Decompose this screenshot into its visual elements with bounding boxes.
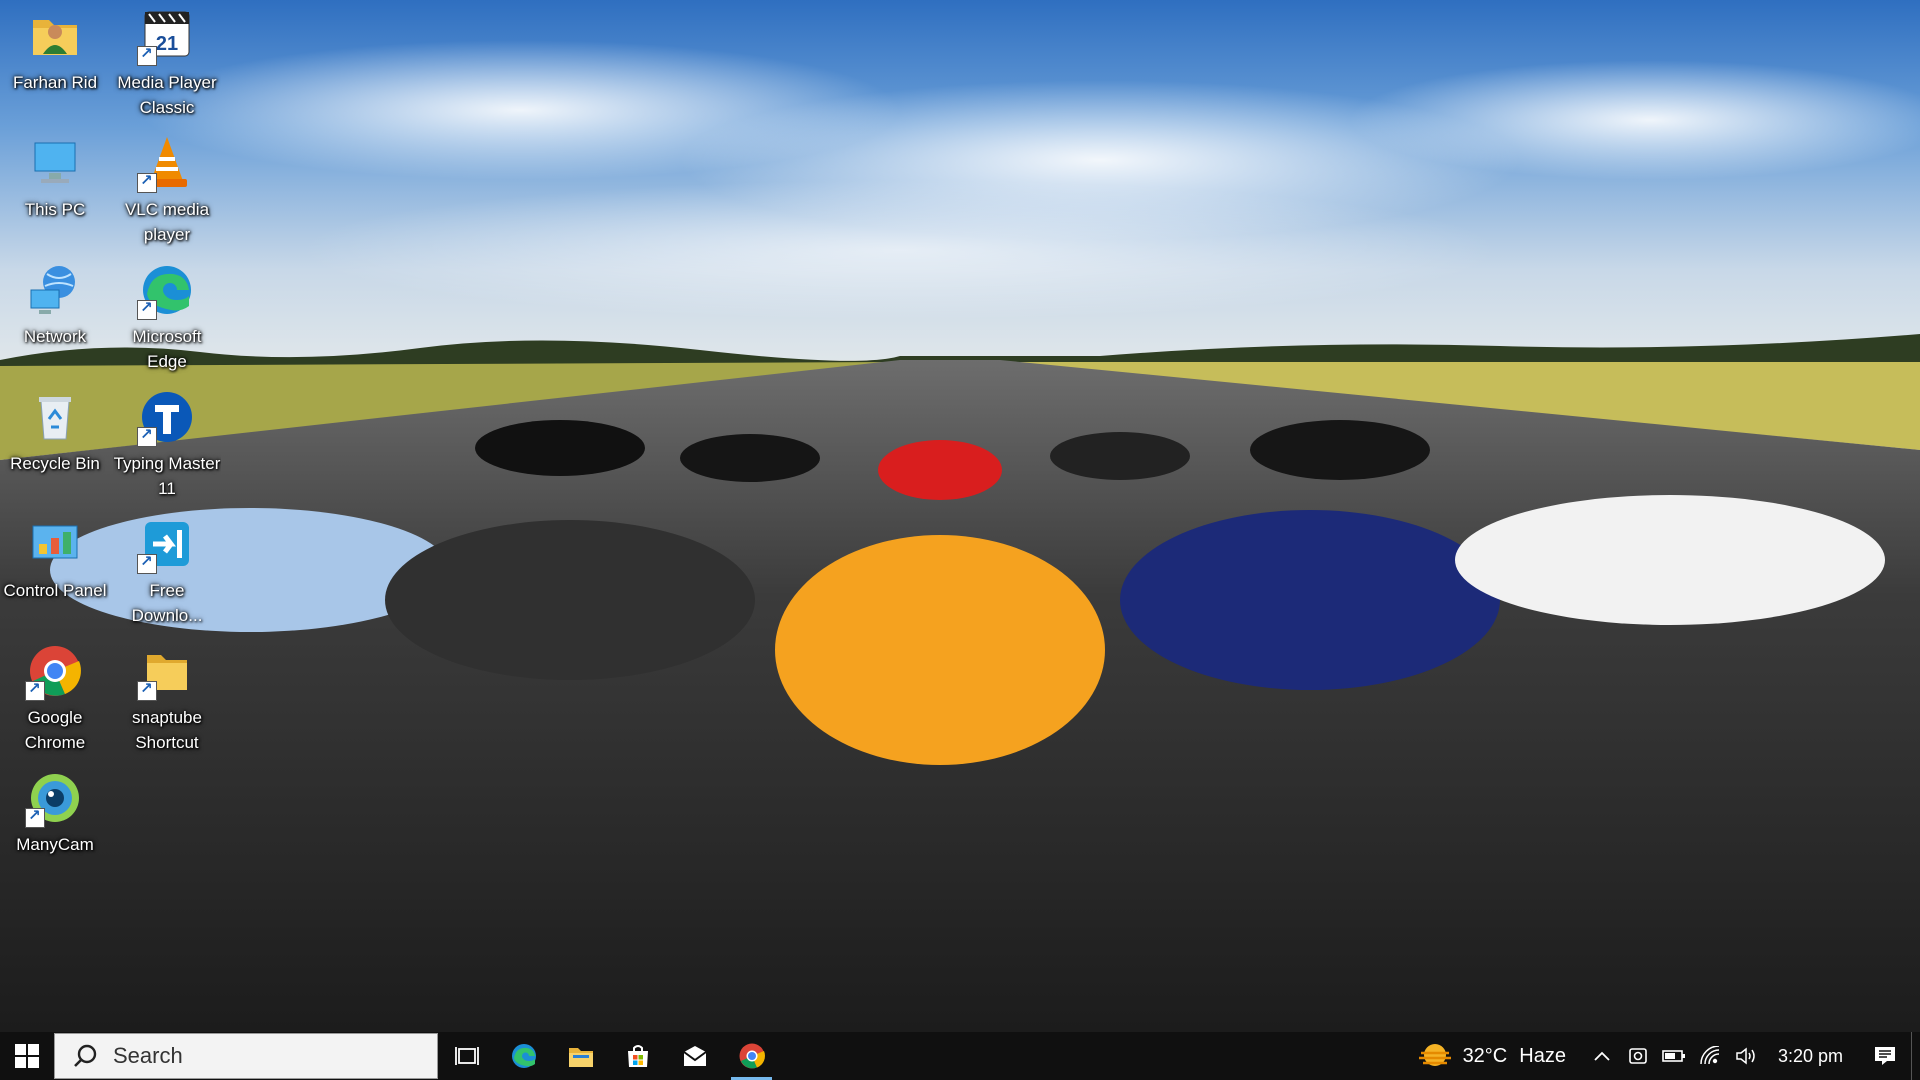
taskbar-mail[interactable]	[666, 1032, 723, 1080]
shortcut-arrow-icon	[137, 44, 157, 66]
notification-icon	[1875, 1047, 1895, 1065]
taskbar: 32°C Haze 3:20 pm	[0, 1032, 1920, 1080]
weather-temperature: 32°C	[1462, 1044, 1508, 1067]
taskbar-chrome[interactable]	[723, 1032, 780, 1080]
folder-shortcut-icon	[137, 641, 197, 701]
desktop-icon-label: This PC	[24, 200, 86, 219]
desktop-icon-vlc[interactable]: VLC media player	[112, 127, 222, 251]
mail-icon	[682, 1046, 707, 1066]
desktop-icon-snaptube[interactable]: snaptube Shortcut	[112, 635, 222, 759]
desktop-icon-label: VLC media player	[124, 200, 210, 244]
desktop-icon-control-panel[interactable]: Control Panel	[0, 508, 110, 632]
system-tray: 32°C Haze 3:20 pm	[1417, 1032, 1920, 1080]
desktop-icon-label: Google Chrome	[24, 708, 86, 752]
haze-sun-icon	[1418, 1044, 1451, 1066]
taskbar-store[interactable]	[609, 1032, 666, 1080]
store-icon	[627, 1045, 648, 1067]
tray-network[interactable]	[1692, 1032, 1728, 1080]
camera-icon	[1629, 1048, 1647, 1064]
desktop-icon-label: Typing Master 11	[113, 454, 221, 498]
tray-battery[interactable]	[1656, 1032, 1692, 1080]
desktop-icon-typing-master[interactable]: Typing Master 11	[112, 381, 222, 505]
shortcut-arrow-icon	[137, 552, 157, 574]
battery-icon	[1662, 1050, 1685, 1062]
search-icon	[65, 1043, 105, 1069]
shortcut-arrow-icon	[137, 425, 157, 447]
show-desktop-button[interactable]	[1911, 1032, 1920, 1080]
desktop-icon-free-download-manager[interactable]: Free Downlo...	[112, 508, 222, 632]
vlc-icon	[137, 133, 197, 193]
media-player-classic-icon: 21	[137, 6, 197, 66]
shortcut-arrow-icon	[137, 171, 157, 193]
desktop-icon-label: ManyCam	[16, 835, 94, 854]
desktop-icon-chrome[interactable]: Google Chrome	[0, 635, 110, 759]
typing-master-icon	[137, 387, 197, 447]
search-input[interactable]	[111, 1042, 415, 1070]
desktop-icon-label: Microsoft Edge	[132, 327, 202, 371]
shortcut-arrow-icon	[137, 298, 157, 320]
desktop-icon-network[interactable]: Network	[0, 254, 110, 378]
control-panel-icon	[25, 514, 85, 574]
desktop-icon-grid: Farhan Rid 21 Media Player Classic This …	[0, 0, 240, 1032]
desktop-icon-label: Control Panel	[3, 581, 107, 600]
task-view-icon	[454, 1047, 479, 1065]
network-icon	[25, 260, 85, 320]
windows-logo-icon	[15, 1044, 39, 1068]
this-pc-icon	[25, 133, 85, 193]
weather-condition: Haze	[1519, 1044, 1566, 1067]
desktop-icon-label: snaptube Shortcut	[132, 708, 202, 752]
wifi-icon	[1700, 1046, 1720, 1065]
shortcut-arrow-icon	[25, 806, 45, 828]
desktop-icon-manycam[interactable]: ManyCam	[0, 762, 110, 886]
shortcut-arrow-icon	[137, 679, 157, 701]
chrome-icon	[739, 1043, 765, 1069]
taskbar-edge[interactable]	[495, 1032, 552, 1080]
recycle-bin-icon	[25, 387, 85, 447]
user-folder-icon	[25, 6, 85, 66]
shortcut-arrow-icon	[25, 679, 45, 701]
chevron-up-icon	[1594, 1051, 1610, 1061]
desktop-icon-label: Farhan Rid	[12, 73, 98, 92]
desktop-icon-this-pc[interactable]: This PC	[0, 127, 110, 251]
svg-text:21: 21	[156, 33, 178, 55]
desktop-icon-label: Media Player Classic	[117, 73, 217, 117]
desktop-icon-label: Free Downlo...	[131, 581, 203, 625]
taskbar-file-explorer[interactable]	[552, 1032, 609, 1080]
desktop-icon-recycle-bin[interactable]: Recycle Bin	[0, 381, 110, 505]
taskbar-clock[interactable]: 3:20 pm	[1778, 1046, 1843, 1067]
desktop-icon-edge[interactable]: Microsoft Edge	[112, 254, 222, 378]
taskbar-search-box[interactable]	[54, 1033, 438, 1079]
weather-widget[interactable]: 32°C Haze	[1417, 1041, 1566, 1071]
manycam-icon	[25, 768, 85, 828]
edge-icon	[511, 1044, 536, 1068]
tray-camera[interactable]	[1620, 1032, 1656, 1080]
tray-volume[interactable]	[1728, 1032, 1764, 1080]
show-hidden-icons-button[interactable]	[1584, 1032, 1620, 1080]
edge-icon	[137, 260, 197, 320]
file-explorer-icon	[568, 1048, 593, 1067]
speaker-icon	[1736, 1047, 1755, 1065]
desktop-icon-label: Network	[23, 327, 87, 346]
task-view-button[interactable]	[438, 1032, 495, 1080]
action-center-button[interactable]	[1859, 1032, 1911, 1080]
desktop-icon-media-player-classic[interactable]: 21 Media Player Classic	[112, 0, 222, 124]
desktop-icon-label: Recycle Bin	[10, 454, 100, 473]
chrome-icon	[25, 641, 85, 701]
free-download-manager-icon	[137, 514, 197, 574]
desktop-icon-user-folder[interactable]: Farhan Rid	[0, 0, 110, 124]
desktop-wallpaper	[0, 0, 1920, 1032]
start-button[interactable]	[0, 1032, 54, 1080]
